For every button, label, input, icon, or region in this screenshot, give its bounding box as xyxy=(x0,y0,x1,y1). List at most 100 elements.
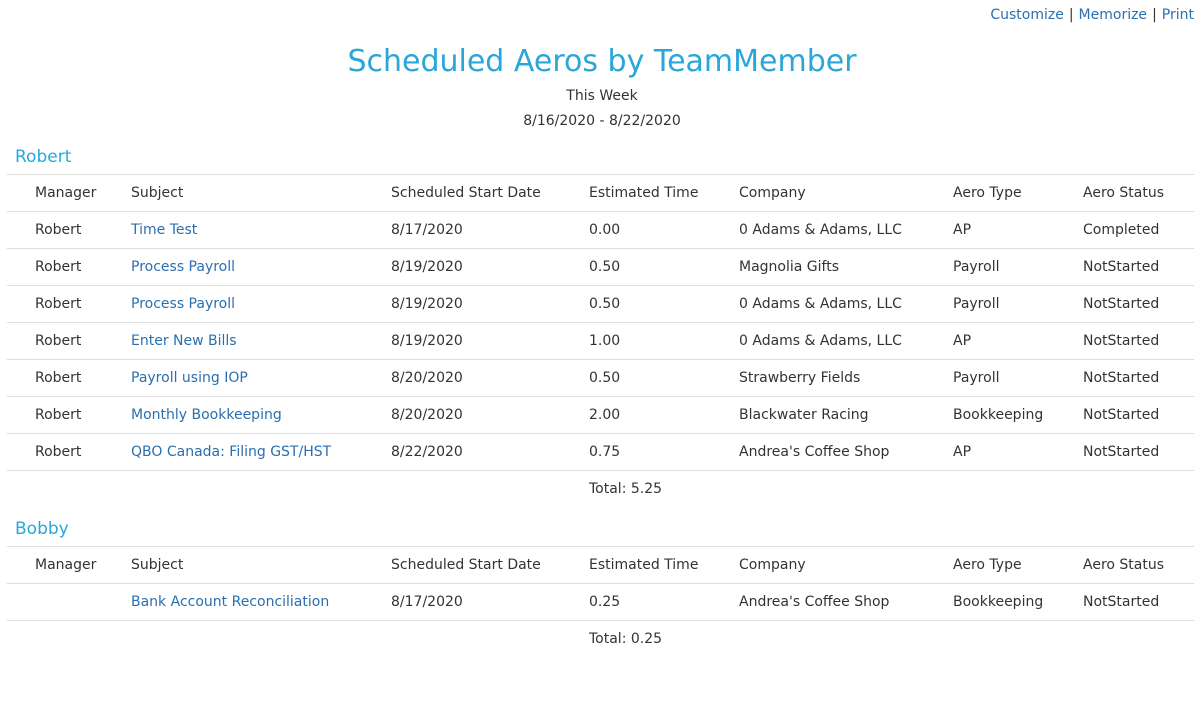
table-total-row: Total: 5.25 xyxy=(7,470,1194,507)
cell-aero-status: Completed xyxy=(1083,211,1194,249)
cell-start-date: 8/17/2020 xyxy=(391,211,589,249)
table-total-row: Total: 0.25 xyxy=(7,620,1194,657)
column-header-manager: Manager xyxy=(7,174,131,212)
column-header-aero-status: Aero Status xyxy=(1083,546,1194,584)
column-header-company: Company xyxy=(739,546,953,584)
column-header-start-date: Scheduled Start Date xyxy=(391,546,589,584)
cell-aero-type: AP xyxy=(953,211,1083,249)
aeros-table: Manager Subject Scheduled Start Date Est… xyxy=(7,546,1194,657)
cell-company: Strawberry Fields xyxy=(739,359,953,397)
link-separator: | xyxy=(1068,7,1074,23)
subject-link[interactable]: Payroll using IOP xyxy=(131,370,248,386)
cell-start-date: 8/19/2020 xyxy=(391,322,589,360)
cell-start-date: 8/20/2020 xyxy=(391,396,589,434)
cell-manager: Robert xyxy=(7,433,131,471)
cell-company: 0 Adams & Adams, LLC xyxy=(739,285,953,323)
table-row: Robert Monthly Bookkeeping 8/20/2020 2.0… xyxy=(7,396,1194,434)
cell-aero-status: NotStarted xyxy=(1083,322,1194,360)
table-row: Bank Account Reconciliation 8/17/2020 0.… xyxy=(7,583,1194,621)
column-header-manager: Manager xyxy=(7,546,131,584)
cell-subject: Process Payroll xyxy=(131,285,391,323)
cell-manager: Robert xyxy=(7,285,131,323)
column-header-estimated-time: Estimated Time xyxy=(589,546,739,584)
cell-company: Magnolia Gifts xyxy=(739,248,953,286)
group-title: Bobby xyxy=(15,519,69,539)
cell-estimated-time: 0.50 xyxy=(589,359,739,397)
cell-aero-type: AP xyxy=(953,322,1083,360)
table-row: Robert Enter New Bills 8/19/2020 1.00 0 … xyxy=(7,322,1194,360)
cell-manager: Robert xyxy=(7,359,131,397)
subject-link[interactable]: Monthly Bookkeeping xyxy=(131,407,282,423)
subject-link[interactable]: QBO Canada: Filing GST/HST xyxy=(131,444,331,460)
column-header-aero-status: Aero Status xyxy=(1083,174,1194,212)
cell-aero-status: NotStarted xyxy=(1083,285,1194,323)
column-header-company: Company xyxy=(739,174,953,212)
cell-company: Andrea's Coffee Shop xyxy=(739,433,953,471)
report-actions: Customize | Memorize | Print xyxy=(990,7,1194,23)
cell-manager: Robert xyxy=(7,211,131,249)
cell-aero-type: Payroll xyxy=(953,248,1083,286)
cell-estimated-time: 0.00 xyxy=(589,211,739,249)
cell-aero-type: Payroll xyxy=(953,359,1083,397)
cell-aero-type: Bookkeeping xyxy=(953,396,1083,434)
cell-estimated-time: 2.00 xyxy=(589,396,739,434)
cell-start-date: 8/19/2020 xyxy=(391,248,589,286)
cell-subject: Process Payroll xyxy=(131,248,391,286)
cell-subject: Enter New Bills xyxy=(131,322,391,360)
total-estimated-time: Total: 0.25 xyxy=(589,620,739,657)
column-header-aero-type: Aero Type xyxy=(953,174,1083,212)
cell-start-date: 8/22/2020 xyxy=(391,433,589,471)
total-estimated-time: Total: 5.25 xyxy=(589,470,739,507)
cell-company: 0 Adams & Adams, LLC xyxy=(739,211,953,249)
cell-estimated-time: 1.00 xyxy=(589,322,739,360)
cell-subject: Bank Account Reconciliation xyxy=(131,583,391,621)
group-title: Robert xyxy=(15,147,72,167)
cell-estimated-time: 0.75 xyxy=(589,433,739,471)
cell-company: Blackwater Racing xyxy=(739,396,953,434)
cell-manager xyxy=(7,583,131,621)
table-header-row: Manager Subject Scheduled Start Date Est… xyxy=(7,546,1194,584)
link-separator: | xyxy=(1152,7,1157,23)
table-row: Robert Payroll using IOP 8/20/2020 0.50 … xyxy=(7,359,1194,397)
table-row: Robert QBO Canada: Filing GST/HST 8/22/2… xyxy=(7,433,1194,471)
cell-aero-status: NotStarted xyxy=(1083,583,1194,621)
table-row: Robert Process Payroll 8/19/2020 0.50 0 … xyxy=(7,285,1194,323)
print-link[interactable]: Print xyxy=(1162,7,1194,23)
cell-subject: Time Test xyxy=(131,211,391,249)
cell-start-date: 8/19/2020 xyxy=(391,285,589,323)
cell-start-date: 8/20/2020 xyxy=(391,359,589,397)
table-header-row: Manager Subject Scheduled Start Date Est… xyxy=(7,174,1194,212)
column-header-subject: Subject xyxy=(131,174,391,212)
cell-aero-status: NotStarted xyxy=(1083,359,1194,397)
column-header-aero-type: Aero Type xyxy=(953,546,1083,584)
cell-start-date: 8/17/2020 xyxy=(391,583,589,621)
cell-estimated-time: 0.50 xyxy=(589,248,739,286)
subject-link[interactable]: Process Payroll xyxy=(131,296,235,312)
subject-link[interactable]: Bank Account Reconciliation xyxy=(131,594,329,610)
column-header-start-date: Scheduled Start Date xyxy=(391,174,589,212)
report-date-range: 8/16/2020 - 8/22/2020 xyxy=(523,113,681,129)
table-row: Robert Time Test 8/17/2020 0.00 0 Adams … xyxy=(7,211,1194,249)
cell-aero-type: Payroll xyxy=(953,285,1083,323)
customize-link[interactable]: Customize xyxy=(990,7,1064,23)
report-period: This Week xyxy=(566,88,638,104)
column-header-subject: Subject xyxy=(131,546,391,584)
subject-link[interactable]: Time Test xyxy=(131,222,197,238)
cell-manager: Robert xyxy=(7,396,131,434)
cell-company: Andrea's Coffee Shop xyxy=(739,583,953,621)
cell-subject: QBO Canada: Filing GST/HST xyxy=(131,433,391,471)
column-header-estimated-time: Estimated Time xyxy=(589,174,739,212)
cell-manager: Robert xyxy=(7,248,131,286)
cell-aero-type: Bookkeeping xyxy=(953,583,1083,621)
cell-aero-type: AP xyxy=(953,433,1083,471)
cell-aero-status: NotStarted xyxy=(1083,396,1194,434)
table-row: Robert Process Payroll 8/19/2020 0.50 Ma… xyxy=(7,248,1194,286)
subject-link[interactable]: Process Payroll xyxy=(131,259,235,275)
group-robert: Robert Manager Subject Scheduled Start D… xyxy=(7,146,1194,507)
cell-subject: Monthly Bookkeeping xyxy=(131,396,391,434)
subject-link[interactable]: Enter New Bills xyxy=(131,333,237,349)
cell-subject: Payroll using IOP xyxy=(131,359,391,397)
cell-aero-status: NotStarted xyxy=(1083,433,1194,471)
cell-company: 0 Adams & Adams, LLC xyxy=(739,322,953,360)
memorize-link[interactable]: Memorize xyxy=(1079,7,1148,23)
